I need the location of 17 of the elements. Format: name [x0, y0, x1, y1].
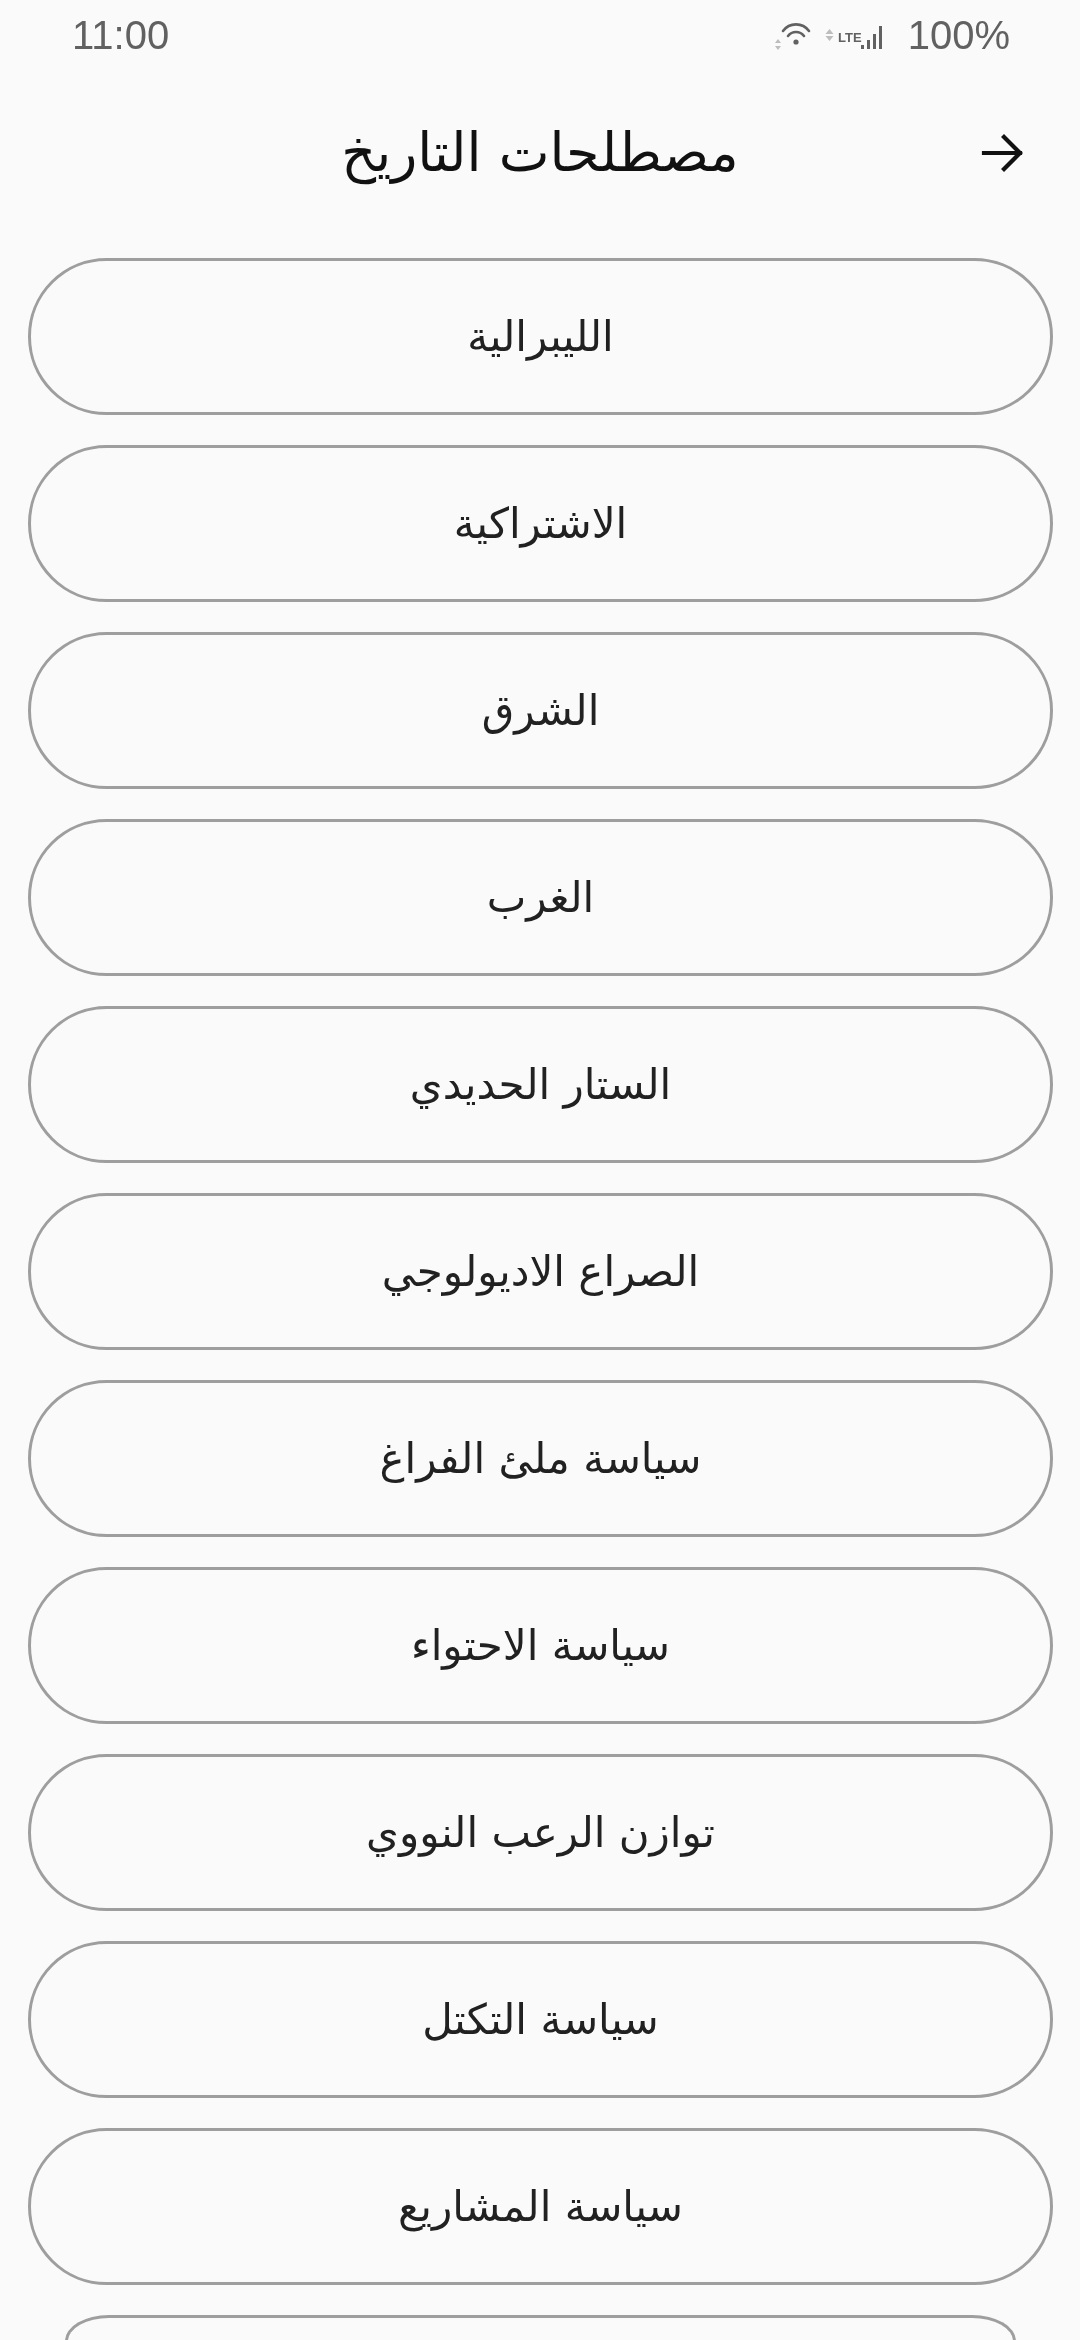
- battery-level: 100%: [907, 15, 1010, 55]
- clock-time: 11:00: [72, 15, 170, 55]
- term-button[interactable]: الليبرالية: [28, 258, 1053, 415]
- page-title: مصطلحات التاريخ: [341, 119, 739, 187]
- term-button[interactable]: توازن الرعب النووي: [28, 1754, 1053, 1911]
- data-activity-icon: [825, 28, 835, 42]
- term-button[interactable]: سياسة المشاريع: [28, 2128, 1053, 2285]
- term-button[interactable]: الشرق: [28, 632, 1053, 789]
- network-type: LTE: [838, 31, 862, 44]
- term-button[interactable]: الاشتراكية: [28, 445, 1053, 602]
- term-button[interactable]: سياسة ملئ الفراغ: [28, 1380, 1053, 1537]
- term-button[interactable]: سياسة التكتل: [28, 1941, 1053, 2098]
- term-button[interactable]: سياسة الاحتواء: [28, 1567, 1053, 1724]
- term-button[interactable]: الستار الحديدي: [28, 1006, 1053, 1163]
- term-button[interactable]: الصراع الاديولوجي: [28, 1193, 1053, 1350]
- term-button[interactable]: [65, 2315, 1016, 2340]
- term-button[interactable]: الغرب: [28, 819, 1053, 976]
